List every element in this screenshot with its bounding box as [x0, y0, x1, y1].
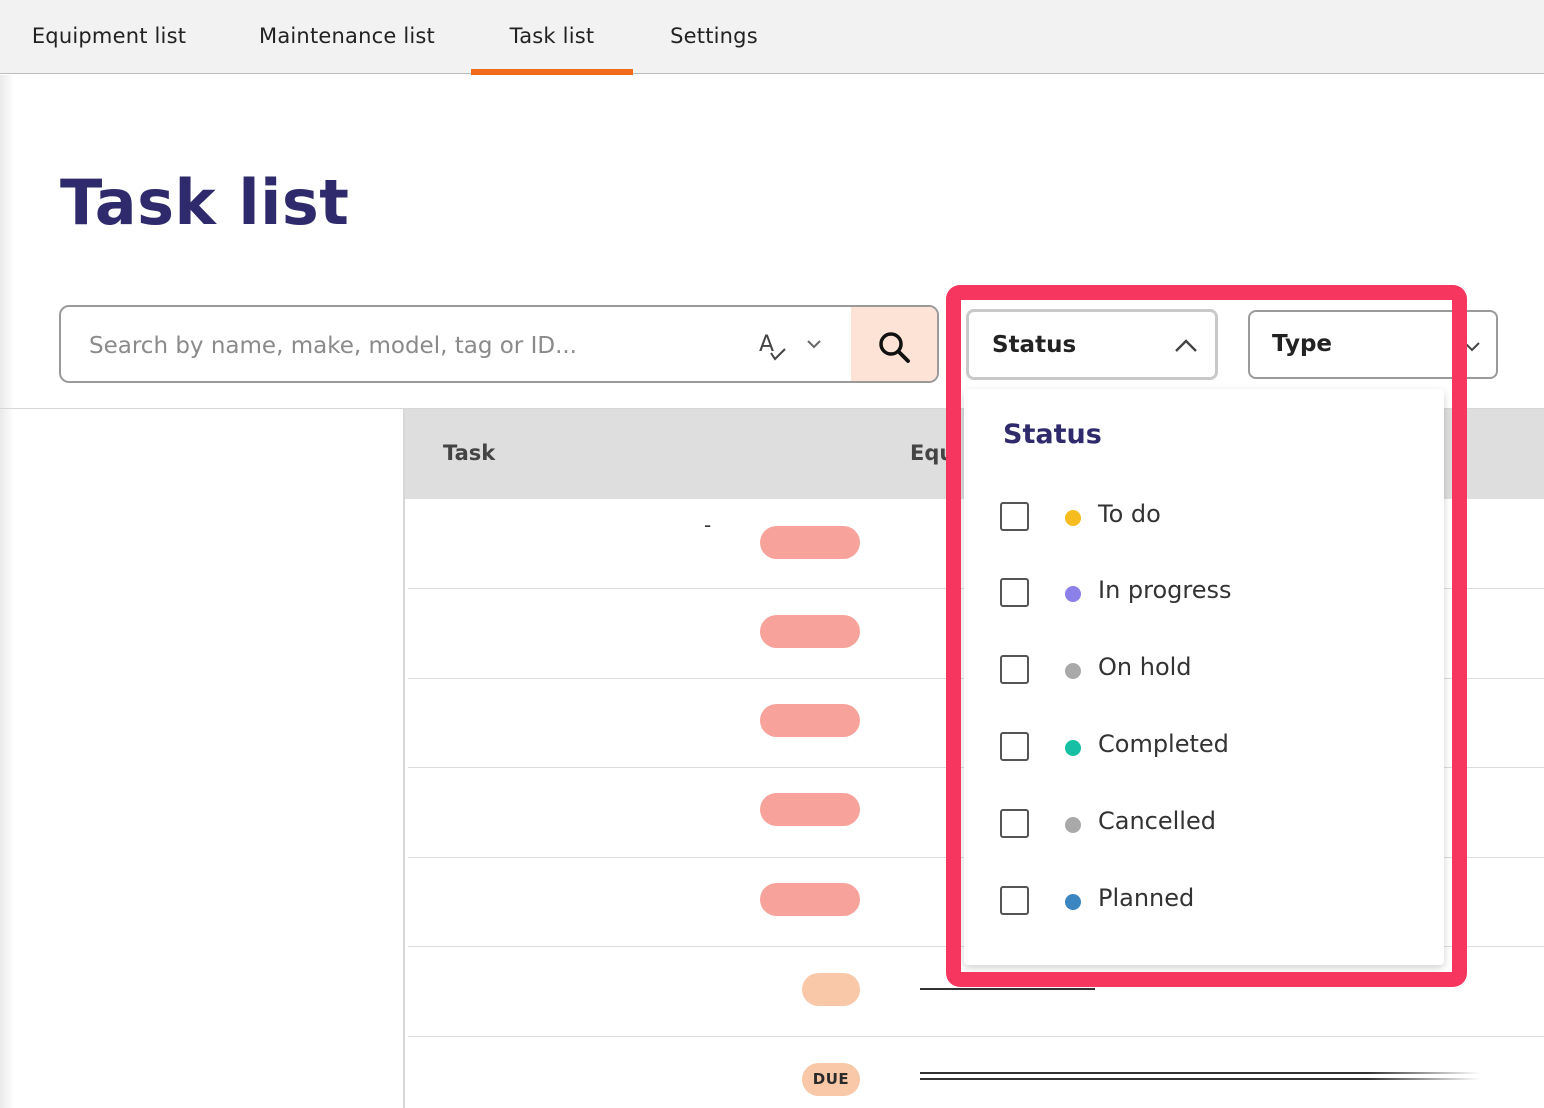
status-dot-icon [1065, 663, 1081, 679]
tab-settings[interactable]: Settings [656, 0, 772, 74]
search-button[interactable] [851, 307, 937, 381]
column-header-task[interactable]: Task [443, 441, 495, 465]
status-badge [760, 704, 860, 737]
search-bar: A [59, 305, 939, 383]
type-filter[interactable]: Type [1248, 310, 1498, 379]
task-name: - [704, 513, 712, 537]
chevron-down-icon[interactable] [805, 335, 823, 353]
status-option-to-do[interactable]: To do [1000, 497, 1420, 537]
equipment-link-underline [920, 988, 1095, 990]
chevron-up-icon [1175, 339, 1197, 352]
tab-maintenance-list[interactable]: Maintenance list [242, 0, 452, 74]
checkbox[interactable] [1000, 502, 1029, 531]
top-nav: Equipment list Maintenance list Task lis… [0, 0, 1544, 75]
checkbox[interactable] [1000, 886, 1029, 915]
status-option-cancelled[interactable]: Cancelled [1000, 804, 1420, 844]
option-label: To do [1098, 500, 1161, 528]
equipment-link-underline [920, 1078, 1480, 1080]
status-option-completed[interactable]: Completed [1000, 727, 1420, 767]
option-label: On hold [1098, 653, 1192, 681]
left-gutter [0, 75, 14, 1108]
status-filter[interactable]: Status [966, 309, 1218, 380]
search-input[interactable] [89, 329, 729, 363]
option-label: In progress [1098, 576, 1232, 604]
type-filter-label: Type [1272, 331, 1333, 357]
table-left-border [403, 409, 405, 1108]
option-label: Planned [1098, 884, 1195, 912]
status-dot-icon [1065, 817, 1081, 833]
checkbox[interactable] [1000, 732, 1029, 761]
spellcheck-icon[interactable]: A [759, 329, 789, 363]
checkbox[interactable] [1000, 578, 1029, 607]
status-panel-title: Status [1003, 419, 1102, 450]
due-badge: DUE [802, 1063, 860, 1096]
status-badge [802, 973, 860, 1006]
status-dropdown-panel: Status To do In progress On hold Complet… [964, 389, 1444, 965]
tab-task-list[interactable]: Task list [471, 0, 633, 75]
status-filter-label: Status [992, 332, 1077, 358]
status-badge [760, 526, 860, 559]
checkbox[interactable] [1000, 655, 1029, 684]
checkbox[interactable] [1000, 809, 1029, 838]
table-row[interactable]: DUE [408, 1036, 1544, 1108]
status-badge [760, 883, 860, 916]
status-dot-icon [1065, 510, 1081, 526]
equipment-link-underline [920, 1072, 1480, 1074]
column-header-equipment[interactable]: Equ [910, 441, 954, 465]
search-icon [879, 332, 910, 363]
status-option-planned[interactable]: Planned [1000, 881, 1420, 921]
status-dot-icon [1065, 586, 1081, 602]
status-option-in-progress[interactable]: In progress [1000, 573, 1420, 613]
status-option-on-hold[interactable]: On hold [1000, 650, 1420, 690]
status-badge [760, 615, 860, 648]
page-title: Task list [60, 166, 350, 239]
option-label: Completed [1098, 730, 1229, 758]
status-dot-icon [1065, 740, 1081, 756]
tab-equipment-list[interactable]: Equipment list [14, 0, 204, 74]
status-dot-icon [1065, 894, 1081, 910]
status-badge [760, 793, 860, 826]
chevron-down-icon [1464, 342, 1480, 352]
option-label: Cancelled [1098, 807, 1216, 835]
